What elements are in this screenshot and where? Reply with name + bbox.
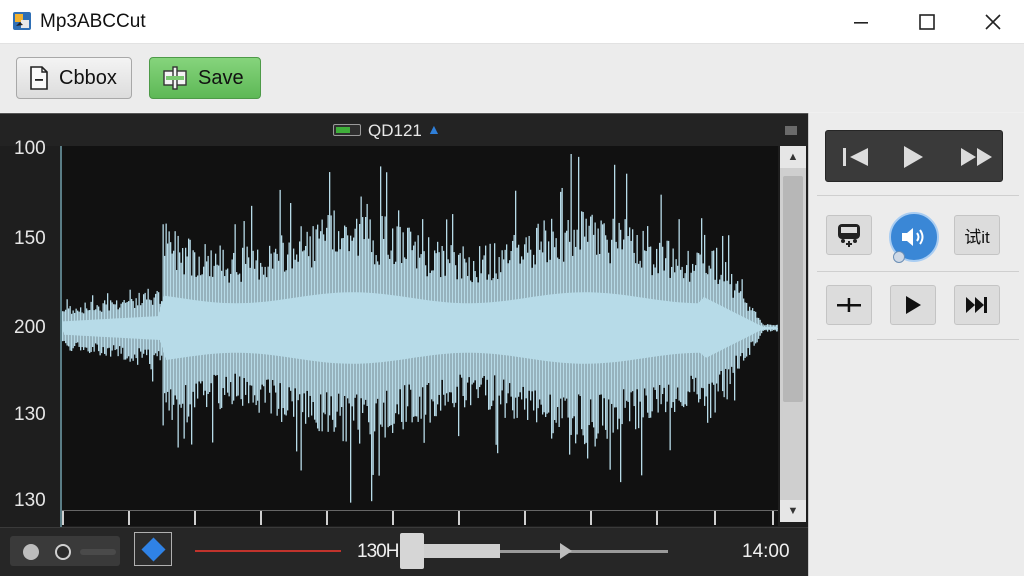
document-icon: [30, 66, 48, 90]
waveform-core: [62, 292, 778, 364]
scroll-up-icon[interactable]: ▲: [780, 146, 806, 168]
player-controls: [825, 130, 1003, 182]
waveform-sample: [350, 235, 352, 503]
export-button[interactable]: [826, 215, 872, 255]
save-button[interactable]: Save: [149, 57, 261, 99]
play-button[interactable]: [890, 285, 936, 325]
control-panel: 试it: [808, 113, 1024, 576]
seek-track[interactable]: [500, 550, 668, 553]
waveform-sample: [290, 203, 292, 391]
maximize-button[interactable]: [894, 0, 960, 44]
ruler-tick: [714, 511, 716, 525]
ruler-tick: [128, 511, 130, 525]
seek-arrow-icon: [560, 543, 572, 559]
y-axis-label: 200: [14, 317, 46, 338]
title-bar: Mp3ABCCut: [0, 0, 1024, 44]
waveform-sample: [614, 164, 616, 408]
volume-slider-handle[interactable]: [893, 251, 905, 263]
current-time: 130H: [357, 541, 399, 562]
skip-to-start-icon[interactable]: [842, 131, 870, 183]
waveform-header: QD121 ▲: [0, 114, 808, 146]
waveform-sample: [777, 324, 778, 332]
waveform-sample: [626, 173, 628, 401]
panel-divider: [817, 195, 1019, 196]
waveform-sample: [152, 304, 154, 382]
volume-icon: [902, 228, 924, 246]
y-axis-label: 150: [14, 228, 46, 249]
toolbar: Cbbox Save: [0, 44, 1024, 112]
bus-icon: [838, 224, 860, 247]
ruler-tick: [458, 511, 460, 525]
selection-range-line: [195, 550, 341, 552]
ruler-tick: [590, 511, 592, 525]
y-axis-label: 130: [14, 490, 46, 511]
ruler-tick: [260, 511, 262, 525]
marker-icon: [140, 536, 166, 562]
skip-to-end-icon: [966, 297, 987, 313]
scroll-down-icon[interactable]: ▼: [780, 500, 806, 522]
track-name: QD121: [368, 121, 422, 140]
waveform-panel: QD121 ▲ 100 150 200 130 130 ▲ ▼ 130H 14:…: [0, 113, 808, 576]
time-ruler: [62, 510, 778, 526]
y-axis-label: 100: [14, 138, 46, 159]
vertical-scrollbar[interactable]: ▲ ▼: [780, 146, 806, 522]
save-label: Save: [198, 66, 244, 89]
scrollbar-thumb[interactable]: [783, 176, 803, 402]
play-icon: [906, 296, 921, 314]
waveform-sample: [251, 205, 253, 386]
waveform-canvas[interactable]: [62, 146, 778, 526]
save-icon: [163, 66, 187, 90]
waveform-sample: [660, 194, 662, 405]
close-icon: [985, 14, 1001, 30]
arrow-up-icon[interactable]: ▲: [427, 121, 441, 137]
waveform-sample: [495, 273, 497, 445]
ruler-tick: [326, 511, 328, 525]
panel-divider: [817, 271, 1019, 272]
minimize-icon: [854, 22, 868, 24]
seek-progress: [424, 544, 500, 558]
mode-indicator: [80, 549, 116, 555]
plus-icon: [837, 298, 861, 312]
marker-button[interactable]: [134, 532, 172, 566]
loop-icon[interactable]: [55, 544, 71, 560]
ruler-tick: [392, 511, 394, 525]
waveform-sample: [515, 190, 517, 398]
panel-divider: [817, 339, 1019, 340]
track-badge-icon: [333, 124, 361, 136]
waveform-sample: [734, 290, 736, 401]
ruler-tick: [524, 511, 526, 525]
cbbox-button[interactable]: Cbbox: [16, 57, 132, 99]
transport-bar: 130H 14:00: [0, 527, 808, 576]
window-title: Mp3ABCCut: [40, 11, 146, 32]
add-button[interactable]: [826, 285, 872, 325]
skip-end-button[interactable]: [954, 285, 1000, 325]
trial-button[interactable]: 试it: [954, 215, 1000, 255]
record-icon[interactable]: [23, 544, 39, 560]
waveform-sample: [371, 252, 373, 502]
maximize-icon: [919, 14, 935, 30]
minimize-button[interactable]: [828, 0, 894, 44]
close-button[interactable]: [960, 0, 1024, 44]
waveform-sample: [728, 235, 730, 370]
total-time: 14:00: [742, 541, 790, 562]
ruler-tick: [62, 511, 64, 525]
app-icon: [12, 11, 32, 31]
y-axis-label: 130: [14, 404, 46, 425]
panel-menu-icon[interactable]: [785, 126, 797, 135]
waveform-graphic: [62, 154, 778, 503]
waveform-sample: [212, 276, 214, 443]
cbbox-label: Cbbox: [59, 66, 117, 89]
ruler-tick: [656, 511, 658, 525]
seek-thumb[interactable]: [400, 533, 424, 569]
playback-mode-group[interactable]: [10, 536, 120, 566]
waveform-sample: [243, 221, 245, 379]
ruler-tick: [194, 511, 196, 525]
ruler-tick: [772, 511, 774, 525]
play-icon[interactable]: [902, 131, 924, 183]
fast-forward-icon[interactable]: [960, 131, 994, 183]
